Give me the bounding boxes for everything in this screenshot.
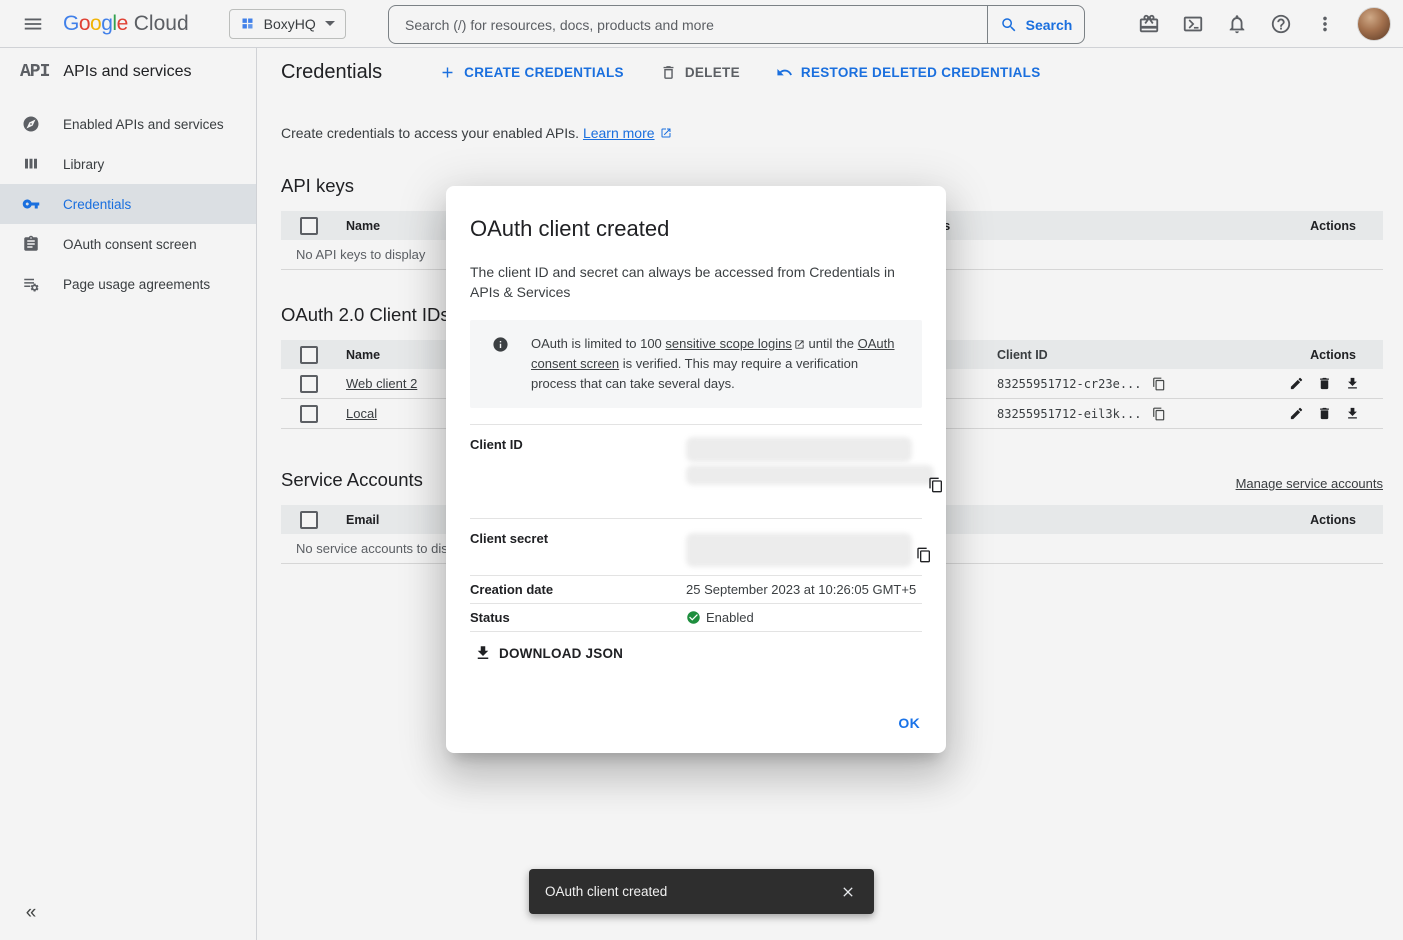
info-banner-text: OAuth is limited to 100 sensitive scope … bbox=[531, 334, 906, 394]
oauth-client-created-dialog: OAuth client created The client ID and s… bbox=[446, 186, 946, 753]
redacted-client-id bbox=[686, 437, 912, 462]
toast-snackbar: OAuth client created bbox=[529, 869, 874, 914]
status-value: Enabled bbox=[686, 610, 922, 625]
creation-date-row: Creation date 25 September 2023 at 10:26… bbox=[470, 575, 922, 603]
copy-client-secret-button[interactable] bbox=[916, 547, 932, 563]
external-link-icon bbox=[794, 339, 805, 350]
creation-date-label: Creation date bbox=[470, 582, 686, 597]
redacted-client-id bbox=[686, 465, 934, 485]
copy-client-id-button[interactable] bbox=[928, 477, 944, 493]
client-secret-value bbox=[686, 531, 922, 567]
toast-close-button[interactable] bbox=[830, 874, 866, 910]
close-icon bbox=[840, 884, 856, 900]
dialog-description: The client ID and secret can always be a… bbox=[470, 262, 922, 302]
check-circle-icon bbox=[686, 610, 701, 625]
status-text: Enabled bbox=[706, 610, 754, 625]
client-secret-label: Client secret bbox=[470, 531, 686, 546]
copy-icon bbox=[916, 547, 932, 563]
info-banner: OAuth is limited to 100 sensitive scope … bbox=[470, 320, 922, 408]
redacted-client-secret bbox=[686, 533, 912, 567]
status-label: Status bbox=[470, 610, 686, 625]
client-secret-row: Client secret bbox=[470, 518, 922, 575]
info-text-mid: until the bbox=[805, 336, 858, 351]
dialog-fields: Client ID Client secret Creation date 25… bbox=[470, 424, 922, 632]
status-row: Status Enabled bbox=[470, 603, 922, 632]
creation-date-value: 25 September 2023 at 10:26:05 GMT+5 bbox=[686, 582, 922, 597]
client-id-label: Client ID bbox=[470, 437, 686, 452]
download-json-label: DOWNLOAD JSON bbox=[499, 646, 623, 661]
toast-message: OAuth client created bbox=[545, 884, 830, 899]
download-json-button[interactable]: DOWNLOAD JSON bbox=[474, 644, 623, 662]
client-id-row: Client ID bbox=[470, 424, 922, 518]
info-text-pre: OAuth is limited to 100 bbox=[531, 336, 665, 351]
copy-icon bbox=[928, 477, 944, 493]
dialog-title: OAuth client created bbox=[470, 216, 922, 242]
download-icon bbox=[474, 644, 492, 662]
scope-logins-label: sensitive scope logins bbox=[665, 336, 791, 351]
client-id-value bbox=[686, 437, 934, 485]
ok-button[interactable]: OK bbox=[890, 707, 928, 739]
sensitive-scope-logins-link[interactable]: sensitive scope logins bbox=[665, 336, 804, 351]
info-icon bbox=[492, 336, 509, 394]
